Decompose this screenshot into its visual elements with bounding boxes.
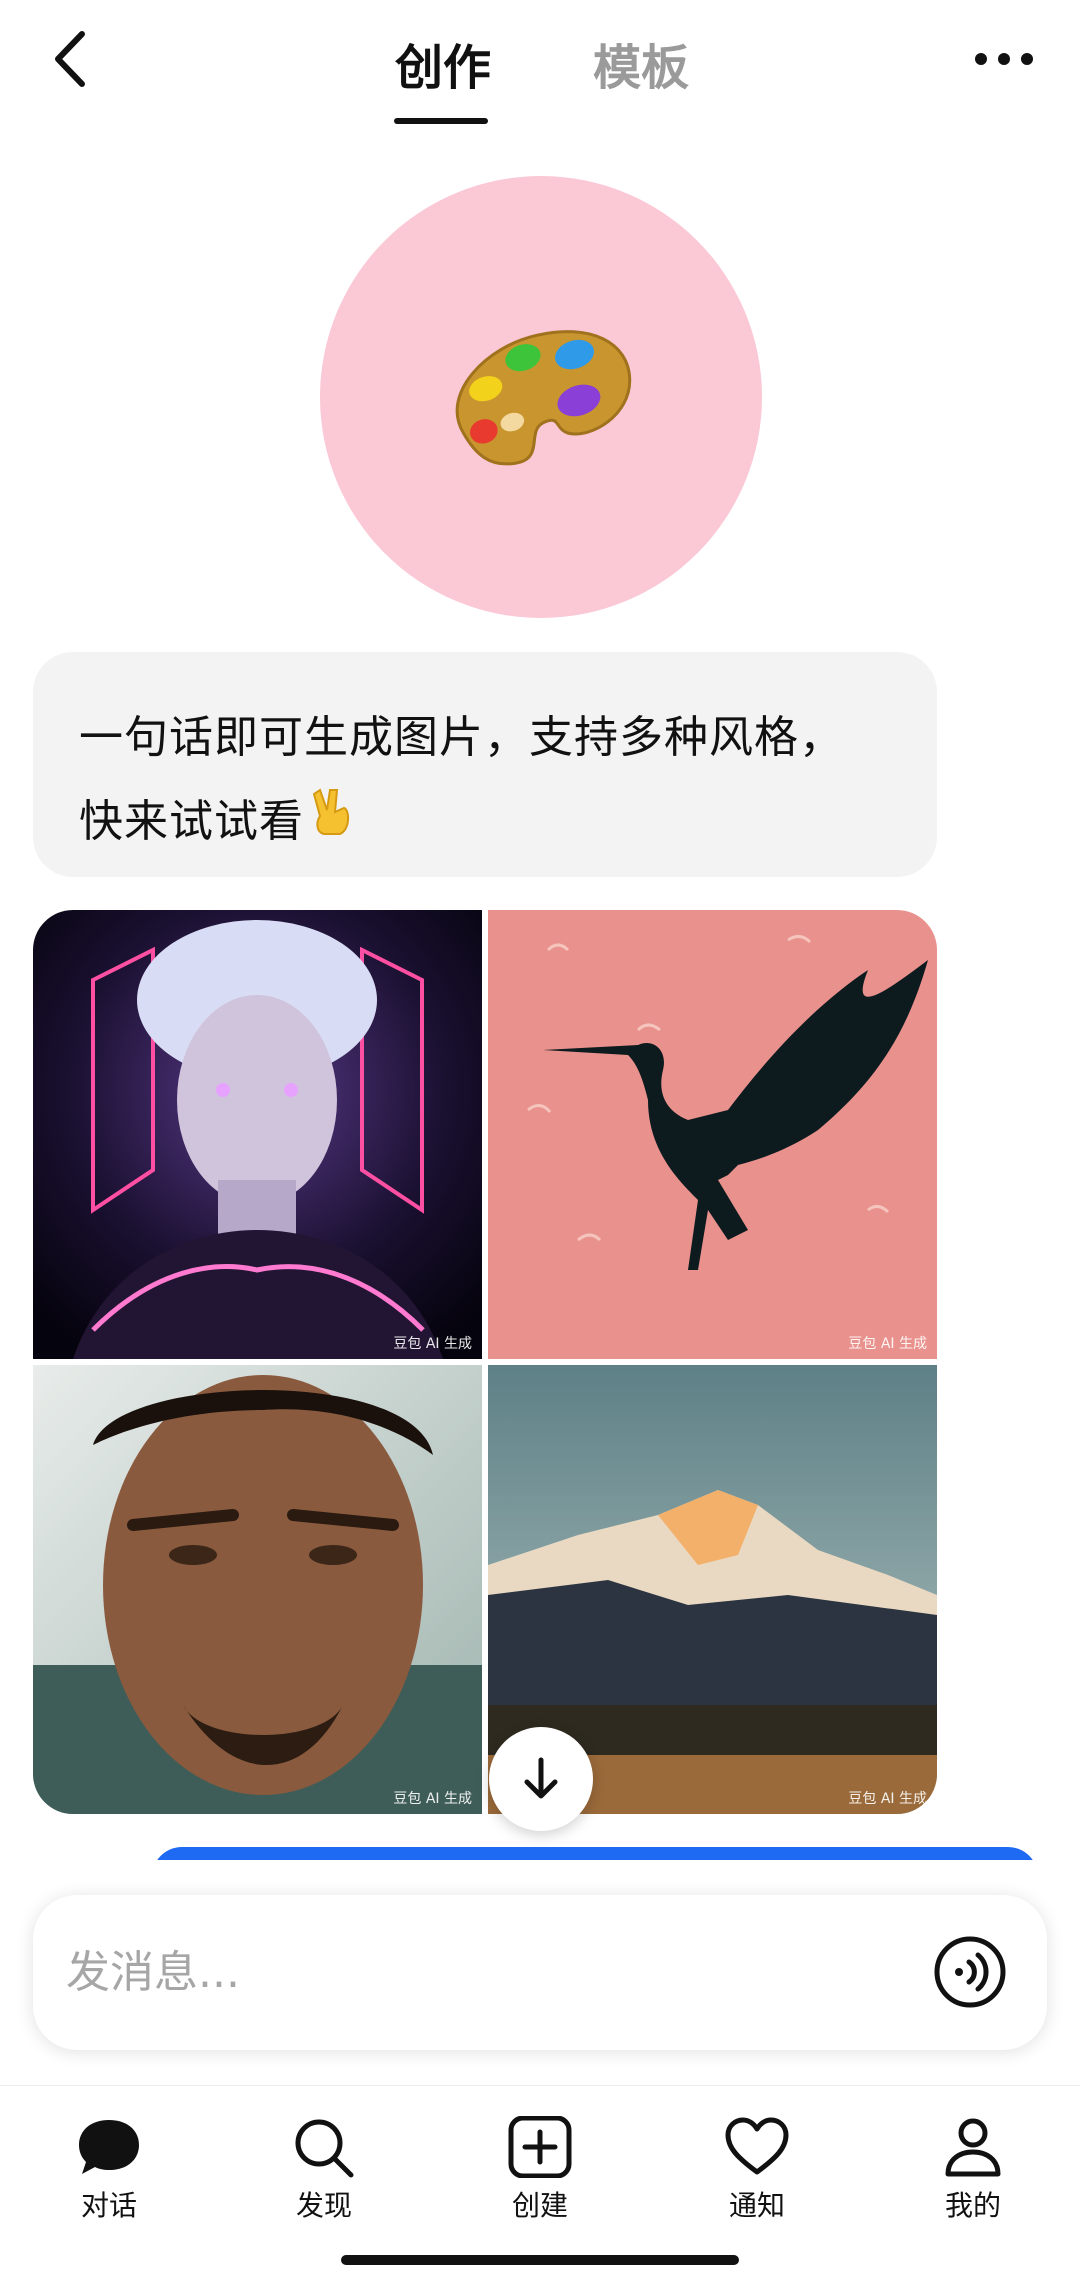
home-indicator [341, 2255, 739, 2265]
nav-notifications[interactable]: 通知 [687, 2116, 827, 2224]
tab-create[interactable]: 创作 [395, 28, 491, 98]
divider [0, 1860, 1080, 1890]
chat-bubble-icon [79, 2120, 139, 2174]
ai-watermark: 豆包 AI 生成 [393, 1336, 472, 1352]
message-composer [33, 1895, 1047, 2050]
heart-icon [725, 2117, 789, 2175]
chevron-left-icon [55, 31, 85, 87]
intro-message-bubble: 一句话即可生成图片，支持多种风格， 快来试试看 [33, 652, 937, 877]
sample-image-grid: 豆包 AI 生成 豆包 AI 生成 豆包 AI 生成 豆包 AI 生成 [33, 910, 937, 1814]
top-bar: 创作 模板 [0, 0, 1080, 130]
sample-image-cyberpunk-portrait[interactable]: 豆包 AI 生成 [33, 910, 482, 1359]
nav-profile-label: 我的 [944, 2189, 1001, 2222]
tab-template[interactable]: 模板 [593, 28, 689, 98]
plus-square-icon [508, 2116, 572, 2178]
nav-create-label: 创建 [511, 2189, 568, 2222]
active-tab-indicator [394, 118, 488, 124]
voice-wave-icon [934, 1936, 1006, 2008]
nav-chat[interactable]: 对话 [39, 2116, 179, 2224]
victory-hand-icon [310, 782, 354, 866]
intro-line-2: 快来试试看 [79, 796, 304, 847]
sample-image-crane-silhouette[interactable]: 豆包 AI 生成 [488, 910, 937, 1359]
more-dots-icon [975, 53, 1033, 65]
arrow-down-icon [524, 1757, 558, 1799]
person-icon [945, 2118, 1001, 2177]
bottom-navigation: 对话 发现 创建 通知 我的 [0, 2085, 1080, 2281]
nav-discover[interactable]: 发现 [254, 2116, 394, 2224]
nav-notifications-label: 通知 [728, 2189, 785, 2222]
sample-image-man-portrait[interactable]: 豆包 AI 生成 [33, 1365, 482, 1814]
scroll-to-bottom-button[interactable] [489, 1727, 593, 1831]
ai-watermark: 豆包 AI 生成 [848, 1336, 927, 1352]
bot-avatar [320, 176, 762, 618]
more-button[interactable] [964, 34, 1044, 84]
nav-create[interactable]: 创建 [470, 2116, 610, 2224]
ai-watermark: 豆包 AI 生成 [848, 1791, 927, 1807]
nav-chat-label: 对话 [80, 2189, 137, 2222]
intro-line-2-row: 快来试试看 [79, 780, 891, 866]
nav-discover-label: 发现 [295, 2189, 352, 2222]
nav-profile[interactable]: 我的 [903, 2116, 1043, 2224]
back-button[interactable] [40, 24, 100, 94]
search-icon [295, 2119, 354, 2178]
message-input[interactable] [66, 1937, 886, 2007]
voice-input-button[interactable] [933, 1935, 1007, 2009]
ai-watermark: 豆包 AI 生成 [393, 1791, 472, 1807]
intro-line-1: 一句话即可生成图片，支持多种风格， [79, 712, 844, 763]
paint-palette-icon [455, 330, 632, 466]
